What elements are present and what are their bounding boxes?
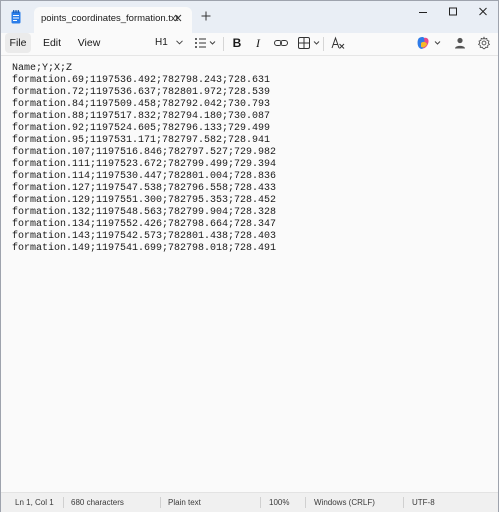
title-bar: points_coordinates_formation.txt (1, 1, 498, 33)
maximize-icon[interactable] (441, 5, 465, 19)
text-editor[interactable]: Name;Y;X;Z formation.69;1197536.492;78279… (1, 56, 498, 492)
close-window-icon[interactable] (471, 5, 495, 19)
menu-toolbar: File Edit View H1 B I (1, 33, 498, 56)
italic-icon[interactable]: I (251, 35, 265, 51)
bold-icon[interactable]: B (230, 35, 244, 51)
chevron-down-icon (176, 40, 183, 45)
toolbar-separator (323, 37, 324, 51)
text-line: formation.143;1197542.573;782801.438;728… (12, 231, 277, 242)
status-separator (305, 497, 306, 508)
close-tab-icon[interactable] (172, 12, 184, 24)
status-separator (260, 497, 261, 508)
text-line: formation.72;1197536.637;782801.972;728.… (12, 87, 271, 98)
text-line: formation.132;1197548.563;782799.904;728… (12, 207, 277, 218)
status-zoom[interactable]: 100% (269, 498, 289, 507)
text-line: formation.114;1197530.447;782801.004;728… (12, 171, 277, 182)
link-icon[interactable] (273, 35, 289, 51)
table-icon[interactable] (296, 35, 322, 51)
text-line: formation.95;1197531.171;782797.582;728.… (12, 135, 271, 146)
heading-label: H1 (155, 37, 168, 48)
tab-title: points_coordinates_formation.txt (41, 13, 179, 24)
status-separator (63, 497, 64, 508)
menu-file[interactable]: File (5, 33, 31, 53)
new-tab-plus-icon[interactable] (200, 10, 212, 22)
status-line-ending[interactable]: Windows (CRLF) (314, 498, 375, 507)
document-text: Name;Y;X;Z formation.69;1197536.492;78279… (12, 63, 276, 255)
status-encoding[interactable]: UTF-8 (412, 498, 435, 507)
text-line: formation.107;1197516.846;782797.527;729… (12, 147, 277, 158)
minimize-icon[interactable] (411, 5, 435, 19)
menu-view[interactable]: View (73, 33, 105, 53)
settings-gear-icon[interactable] (477, 35, 491, 51)
text-line: Name;Y;X;Z (12, 63, 73, 74)
bulleted-list-icon[interactable] (193, 35, 217, 51)
text-line: formation.88;1197517.832;782794.180;730.… (12, 111, 271, 122)
text-line: formation.129;1197551.300;782795.353;728… (12, 195, 277, 206)
notepad-app-icon (11, 10, 21, 24)
status-separator (403, 497, 404, 508)
status-format[interactable]: Plain text (168, 498, 201, 507)
text-line: formation.111;1197523.672;782799.499;729… (12, 159, 277, 170)
notepad-window: points_coordinates_formation.txt File Ed… (0, 0, 499, 512)
text-line: formation.127;1197547.538;782796.558;728… (12, 183, 277, 194)
status-separator (160, 497, 161, 508)
text-line: formation.149;1197541.699;782798.018;728… (12, 243, 277, 254)
menu-edit[interactable]: Edit (37, 33, 67, 53)
text-line: formation.92;1197524.605;782796.133;729.… (12, 123, 271, 134)
toolbar-separator (223, 37, 224, 51)
text-line: formation.134;1197552.426;782798.664;728… (12, 219, 277, 230)
text-line: formation.84;1197509.458;782792.042;730.… (12, 99, 271, 110)
account-icon[interactable] (453, 35, 467, 51)
clear-formatting-icon[interactable] (330, 35, 346, 51)
status-cursor-position[interactable]: Ln 1, Col 1 (15, 498, 54, 507)
status-bar: Ln 1, Col 1 680 characters Plain text 10… (1, 492, 498, 512)
status-character-count: 680 characters (71, 498, 124, 507)
text-line: formation.69;1197536.492;782798.243;728.… (12, 75, 271, 86)
heading-dropdown[interactable]: H1 (155, 35, 185, 51)
tab-document[interactable]: points_coordinates_formation.txt (34, 7, 192, 33)
copilot-icon[interactable] (415, 35, 443, 51)
